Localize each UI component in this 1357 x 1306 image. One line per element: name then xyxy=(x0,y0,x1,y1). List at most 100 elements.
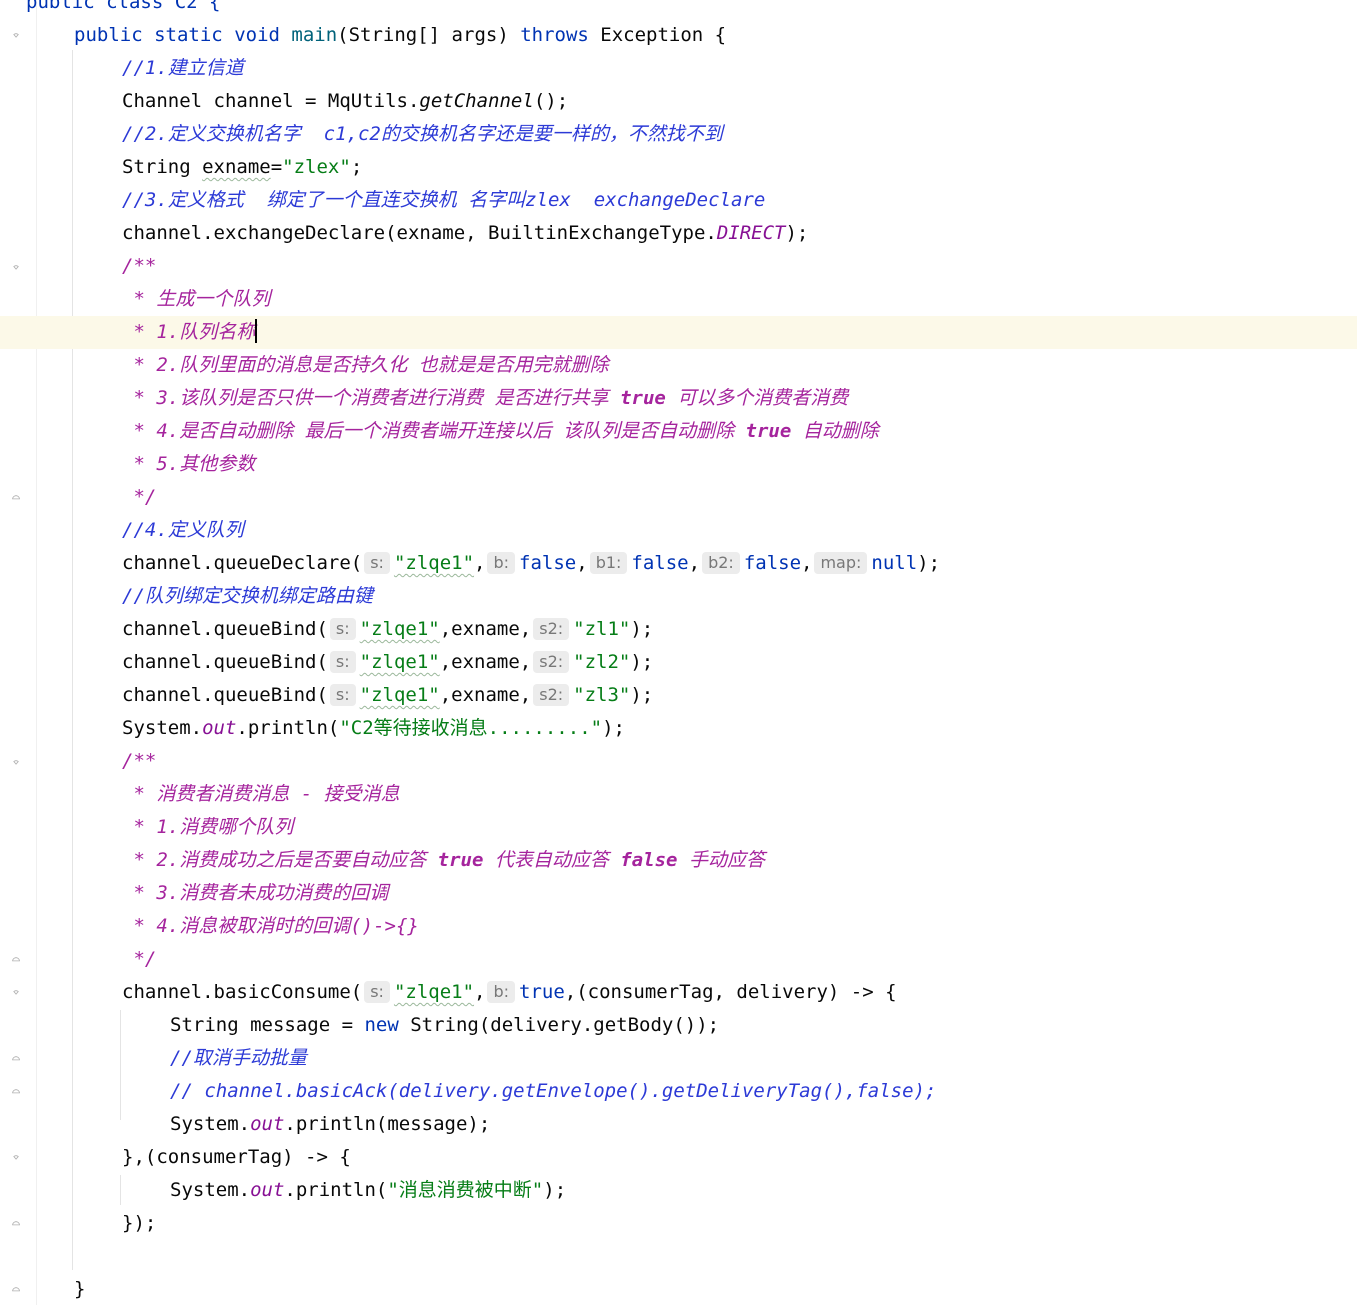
parameter-hint: s: xyxy=(329,618,356,640)
code-text: ); xyxy=(917,552,941,574)
doc-comment: 手动应答 xyxy=(677,849,765,871)
code-text: System. xyxy=(170,1179,251,1201)
keyword: static xyxy=(154,24,223,46)
code-text: ); xyxy=(785,222,809,244)
code-text: .println( xyxy=(236,717,340,739)
doc-comment: */ xyxy=(122,948,157,970)
code-line: channel.exchangeDeclare(exname, BuiltinE… xyxy=(26,217,1357,250)
code-text: ); xyxy=(602,717,625,739)
code-line: * 2.消费成功之后是否要自动应答 true 代表自动应答 false 手动应答 xyxy=(26,844,1357,877)
code-line: }); xyxy=(26,1207,1357,1240)
string-literal: "zlex" xyxy=(282,156,351,178)
doc-comment: /** xyxy=(122,750,157,772)
code-text: } xyxy=(74,1278,86,1300)
fold-close-icon[interactable]: ⌓ xyxy=(9,1284,23,1298)
doc-comment: * 4.是否自动删除 最后一个消费者端开连接以后 该队列是否自动删除 xyxy=(122,420,746,442)
code-line: System.out.println(message); xyxy=(26,1108,1357,1141)
code-line: /** xyxy=(26,745,1357,778)
line-comment: //1.建立信道 xyxy=(122,57,244,79)
keyword: void xyxy=(234,24,280,46)
code-line: //取消手动批量 xyxy=(26,1042,1357,1075)
fold-open-icon[interactable]: ⌔ xyxy=(9,1152,23,1166)
string-literal: "zlqe1" xyxy=(359,651,440,673)
fold-close-icon[interactable]: ⌓ xyxy=(9,1086,23,1100)
code-line: String message = new String(delivery.get… xyxy=(26,1009,1357,1042)
parameter-hint: b: xyxy=(487,552,516,574)
code-text: String(delivery.getBody()); xyxy=(398,1014,720,1036)
code-text: (); xyxy=(533,90,569,112)
doc-comment: * 1.队列名称 xyxy=(122,321,256,343)
line-comment: //3.定义格式 绑定了一个直连交换机 名字叫zlex exchangeDecl… xyxy=(122,189,766,211)
method-call: getChannel xyxy=(419,90,534,112)
code-line-current: * 1.队列名称 xyxy=(0,316,1357,349)
doc-comment: * 3.该队列是否只供一个消费者进行消费 是否进行共享 xyxy=(122,387,621,409)
code-text: ,exname, xyxy=(439,618,532,640)
doc-comment: 代表自动应答 xyxy=(483,849,621,871)
code-text: }); xyxy=(122,1212,157,1234)
code-text: , xyxy=(576,552,588,574)
keyword: throws xyxy=(520,24,589,46)
code-text: ,exname, xyxy=(439,651,532,673)
code-text: ); xyxy=(630,684,654,706)
string-literal: "消息消费被中断" xyxy=(387,1179,544,1201)
fold-close-icon[interactable]: ⌓ xyxy=(9,492,23,506)
line-comment: // channel.basicAck(delivery.getEnvelope… xyxy=(170,1080,937,1102)
code-line: } xyxy=(26,1273,1357,1306)
code-line: * 生成一个队列 xyxy=(26,283,1357,316)
string-literal: "zl1" xyxy=(573,618,631,640)
doc-comment: * 消费者消费消息 - 接受消息 xyxy=(122,783,400,805)
string-literal: "zl2" xyxy=(573,651,631,673)
fold-open-icon[interactable]: ⌔ xyxy=(9,262,23,276)
doc-comment: * 1.消费哪个队列 xyxy=(122,816,294,838)
code-text: Exception { xyxy=(588,24,727,46)
code-line: // channel.basicAck(delivery.getEnvelope… xyxy=(26,1075,1357,1108)
doc-comment: * 5.其他参数 xyxy=(122,453,256,475)
fold-open-icon[interactable]: ⌔ xyxy=(9,987,23,1001)
parameter-hint: s2: xyxy=(533,684,570,706)
code-line: System.out.println("消息消费被中断"); xyxy=(26,1174,1357,1207)
fold-close-icon[interactable]: ⌓ xyxy=(9,1218,23,1232)
static-field: out xyxy=(202,717,237,739)
doc-code: true xyxy=(437,849,484,871)
code-text: , xyxy=(474,981,486,1003)
code-line: */ xyxy=(26,943,1357,976)
parameter-hint: s: xyxy=(364,981,390,1003)
code-text: channel.exchangeDeclare(exname, BuiltinE… xyxy=(122,222,717,244)
fold-open-icon[interactable]: ⌔ xyxy=(9,757,23,771)
line-comment: //2.定义交换机名字 c1,c2的交换机名字还是要一样的，不然找不到 xyxy=(122,123,723,145)
doc-comment: * 2.队列里面的消息是否持久化 也就是是否用完就删除 xyxy=(122,354,609,376)
fold-close-icon[interactable]: ⌓ xyxy=(9,954,23,968)
code-text: = xyxy=(270,156,283,178)
code-text: System. xyxy=(122,717,203,739)
code-line: System.out.println("C2等待接收消息........."); xyxy=(26,712,1357,745)
parameter-hint: b: xyxy=(487,981,516,1003)
line-comment: //4.定义队列 xyxy=(122,519,244,541)
code-editor[interactable]: public class C2 { public static void mai… xyxy=(0,0,1357,1306)
doc-comment: * 2.消费成功之后是否要自动应答 xyxy=(122,849,438,871)
code-text: String message = xyxy=(170,1014,365,1036)
doc-code: true xyxy=(620,387,666,409)
fold-close-icon[interactable]: ⌓ xyxy=(9,1053,23,1067)
string-literal: "zlqe1" xyxy=(359,684,440,706)
keyword: public xyxy=(74,24,143,46)
code-line: */ xyxy=(26,481,1357,514)
code-text: ; xyxy=(350,156,363,178)
text-cursor xyxy=(255,319,258,343)
line-comment: //取消手动批量 xyxy=(170,1047,307,1069)
doc-comment: 自动删除 xyxy=(791,420,879,442)
keyword: false xyxy=(519,552,577,574)
keyword: false xyxy=(631,552,689,574)
fold-open-icon[interactable]: ⌔ xyxy=(9,30,23,44)
string-literal: "C2等待接收消息........." xyxy=(339,717,603,739)
code-line: String exname="zlex"; xyxy=(26,151,1357,184)
code-line: * 4.消息被取消时的回调()->{} xyxy=(26,910,1357,943)
code-line: * 5.其他参数 xyxy=(26,448,1357,481)
parameter-hint: map: xyxy=(814,552,868,574)
doc-comment: 可以多个消费者消费 xyxy=(665,387,849,409)
code-text: System. xyxy=(170,1113,251,1135)
parameter-hint: s: xyxy=(364,552,390,574)
code-line: /** xyxy=(26,250,1357,283)
parameter-hint: b2: xyxy=(702,552,740,574)
string-literal: "zlqe1" xyxy=(393,981,475,1003)
